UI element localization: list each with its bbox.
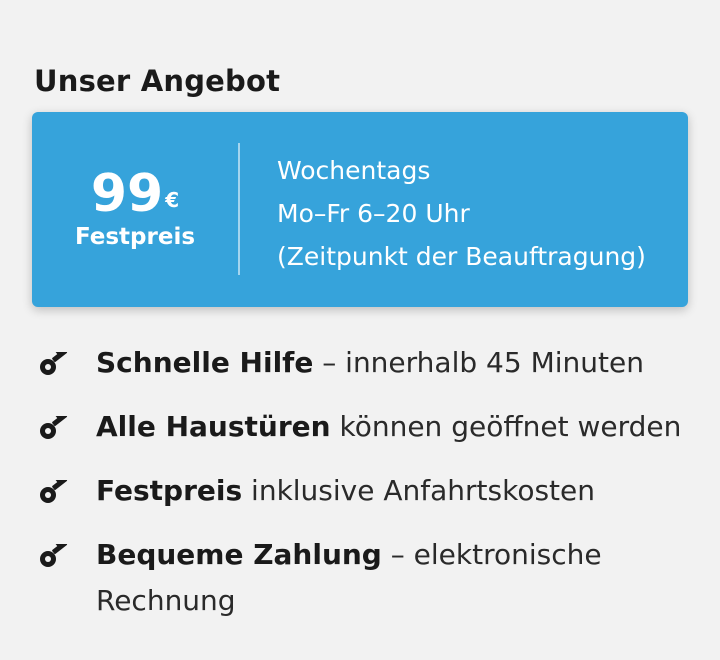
hours-line-times: Mo–Fr 6–20 Uhr: [277, 199, 470, 228]
feature-text: inklusive Anfahrtskosten: [242, 474, 595, 507]
key-icon: [40, 480, 68, 503]
feature-item: Festpreis inklusive Anfahrtskosten: [38, 468, 698, 514]
feature-title: Alle Haustüren: [96, 410, 331, 443]
hours-line-days: Wochentags: [277, 156, 431, 185]
key-icon: [40, 544, 68, 567]
key-icon: [40, 416, 68, 439]
price-currency: €: [165, 188, 180, 212]
price-block: 99 € Festpreis: [32, 112, 238, 307]
feature-text: – innerhalb 45 Minuten: [313, 346, 644, 379]
feature-text: können geöffnet werden: [330, 410, 682, 443]
opening-hours: Wochentags Mo–Fr 6–20 Uhr (Zeitpunkt der…: [277, 149, 646, 278]
price-value: 99: [90, 164, 164, 224]
feature-item: Bequeme Zahlung – elektronische Rechnung: [38, 532, 698, 624]
offer-card: 99 € Festpreis Wochentags Mo–Fr 6–20 Uhr …: [32, 112, 688, 307]
feature-list: Schnelle Hilfe – innerhalb 45 Minuten Al…: [38, 340, 698, 624]
hours-line-note: (Zeitpunkt der Beauftragung): [277, 242, 646, 271]
price-amount: 99 €: [32, 164, 238, 224]
feature-title: Bequeme Zahlung: [96, 538, 382, 571]
feature-title: Schnelle Hilfe: [96, 346, 314, 379]
key-icon: [40, 352, 68, 375]
feature-item: Alle Haustüren können geöffnet werden: [38, 404, 698, 450]
feature-title: Festpreis: [96, 474, 243, 507]
price-label: Festpreis: [74, 224, 196, 250]
card-divider: [238, 143, 240, 275]
feature-item: Schnelle Hilfe – innerhalb 45 Minuten: [38, 340, 698, 386]
section-title: Unser Angebot: [34, 64, 281, 99]
